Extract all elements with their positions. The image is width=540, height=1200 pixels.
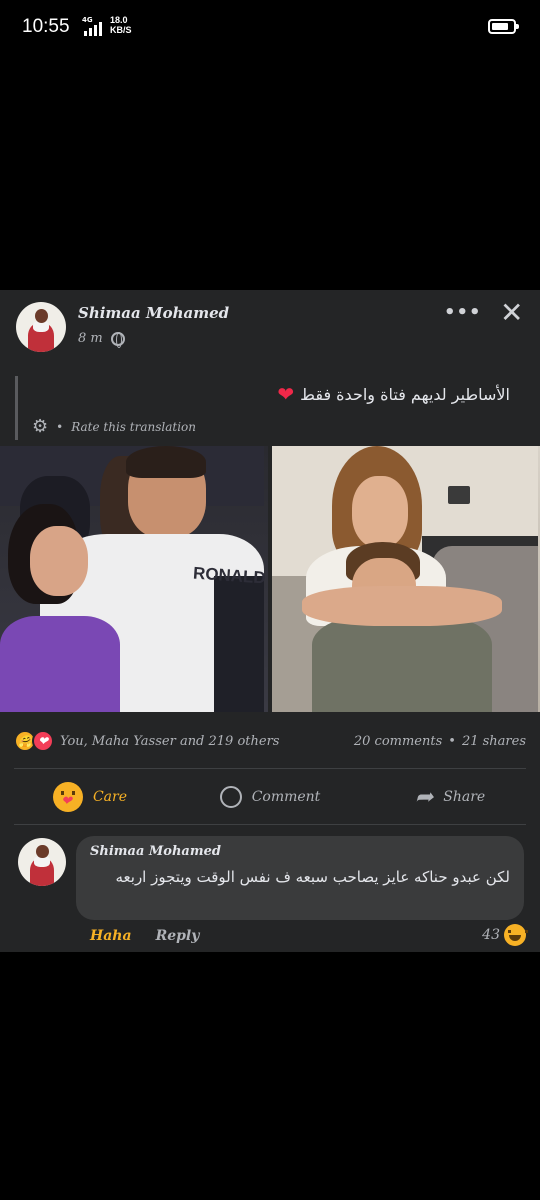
photo-left[interactable]: RONALD	[0, 446, 268, 712]
comment-bubble-icon	[219, 786, 242, 808]
battery-icon	[488, 19, 519, 34]
comment-label: Comment	[251, 789, 321, 805]
reactions-summary[interactable]: 🤗 ❤ You, Maha Yasser and 219 others	[14, 730, 279, 752]
heart-icon: ❤	[277, 382, 295, 406]
commenter-avatar[interactable]	[18, 838, 66, 886]
speed-unit: KB/S	[110, 25, 132, 35]
divider	[14, 768, 526, 769]
speed-value: 18.0	[110, 15, 128, 25]
status-bar: 10:55 4G 18.0 KB/S	[0, 0, 540, 54]
haha-emoji-icon	[504, 924, 528, 946]
quote-bar	[15, 376, 18, 440]
translation-rating[interactable]: ⚙ • Rate this translation	[32, 416, 196, 437]
comment-haha-button[interactable]: Haha	[90, 928, 132, 944]
globe-icon	[110, 331, 125, 348]
post-stats: 20 comments • 21 shares	[354, 734, 526, 749]
comments-count[interactable]: 20 comments	[354, 734, 442, 749]
post-card: Shimaa Mohamed 8 m ••• ✕ الأساطير لديهم …	[0, 290, 540, 952]
comment-reaction-count[interactable]: 43	[482, 924, 528, 946]
post-actions: ❤ Care Comment ➦ Share	[0, 770, 540, 824]
comment-reply-button[interactable]: Reply	[156, 928, 200, 944]
share-arrow-icon: ➦	[414, 784, 434, 810]
post-text-content: الأساطير لديهم فتاة واحدة فقط	[300, 384, 510, 404]
stats-separator: •	[448, 734, 456, 749]
translation-dot: •	[56, 419, 64, 434]
share-button[interactable]: ➦ Share	[360, 770, 540, 824]
share-label: Share	[443, 789, 486, 805]
post-meta: 8 m	[78, 331, 125, 348]
love-heart-icon: ❤	[32, 730, 54, 752]
reaction-count-number: 43	[482, 927, 500, 943]
network-speed: 18.0 KB/S	[110, 15, 132, 35]
post-photos[interactable]: RONALD	[0, 446, 540, 712]
reactions-text: You, Maha Yasser and 219 others	[60, 733, 280, 749]
care-label: Care	[92, 789, 128, 805]
care-emoji-icon: ❤	[52, 782, 83, 812]
clock: 10:55	[22, 16, 70, 37]
photo-right[interactable]	[272, 446, 540, 712]
commenter-name[interactable]: Shimaa Mohamed	[90, 844, 221, 859]
rate-translation-link[interactable]: Rate this translation	[71, 420, 196, 434]
gear-icon[interactable]: ⚙	[32, 416, 48, 437]
comment-text: لكن عبدو حناكه عايز يصاحب سبعه ف نفس الو…	[115, 868, 510, 886]
signal-icon: 4G	[82, 16, 108, 36]
author-avatar[interactable]	[16, 302, 66, 352]
close-icon[interactable]: ✕	[500, 296, 523, 329]
care-button[interactable]: ❤ Care	[0, 770, 180, 824]
comment-actions: Haha Reply	[90, 928, 199, 944]
shares-count[interactable]: 21 shares	[462, 734, 526, 749]
post-text: الأساطير لديهم فتاة واحدة فقط ❤	[277, 382, 510, 406]
comment-button[interactable]: Comment	[180, 770, 360, 824]
comment-bubble[interactable]: Shimaa Mohamed لكن عبدو حناكه عايز يصاحب…	[76, 836, 524, 920]
post-time: 8 m	[78, 331, 103, 346]
more-options-icon[interactable]: •••	[444, 302, 482, 323]
post-author-name[interactable]: Shimaa Mohamed	[78, 304, 229, 322]
divider	[14, 824, 526, 825]
